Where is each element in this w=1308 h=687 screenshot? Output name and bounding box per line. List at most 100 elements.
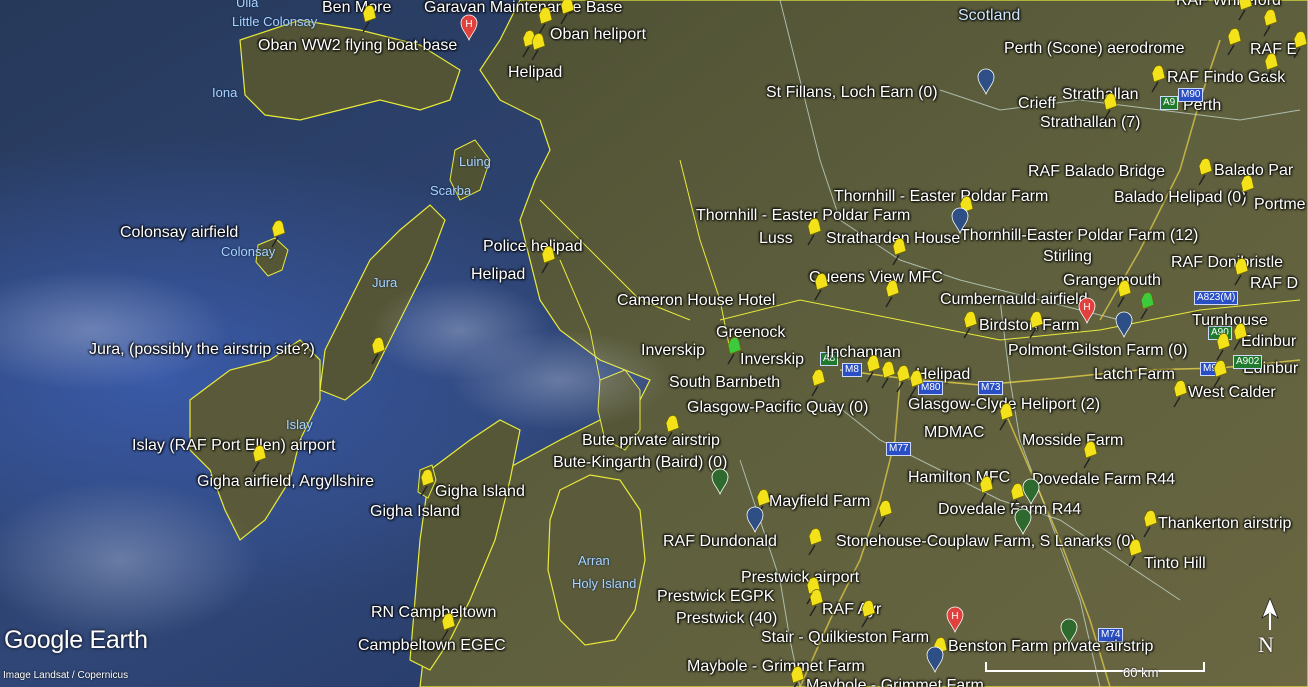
placemark-label[interactable]: Gigha airfield, Argyllshire bbox=[197, 474, 374, 490]
google-earth-logo: Google Earth bbox=[4, 626, 148, 654]
placemark-label[interactable]: Prestwick EGPK bbox=[657, 589, 774, 605]
placemark-label[interactable]: Hamilton MFC bbox=[908, 470, 1010, 486]
road-shield: M90 bbox=[1178, 88, 1204, 102]
map-view[interactable]: Little Colonsay Ulla Iona Luing Scarba C… bbox=[0, 0, 1308, 687]
placemark-label[interactable]: Cameron House Hotel bbox=[617, 293, 775, 309]
place-label-colonsay: Colonsay bbox=[221, 244, 276, 259]
placemark-label[interactable]: Bute private airstrip bbox=[582, 433, 720, 449]
placemark-label[interactable]: RAF Findo Gask bbox=[1167, 70, 1285, 86]
placemark-label[interactable]: RAF D bbox=[1250, 276, 1298, 292]
placemark-label[interactable]: Bute-Kingarth (Baird) (0) bbox=[553, 455, 727, 471]
placemark-label[interactable]: Inverskip bbox=[641, 343, 705, 359]
placemark-label[interactable]: Thornhill - Easter Poldar Farm bbox=[834, 189, 1048, 205]
place-label-iona: Iona bbox=[212, 85, 238, 100]
placemark-label[interactable]: Tinto Hill bbox=[1144, 556, 1206, 572]
placemark-label[interactable]: Thornhill-Easter Poldar Farm (12) bbox=[960, 228, 1198, 244]
road-shield: M80 bbox=[918, 381, 944, 395]
place-label-crieff: Crieff bbox=[1018, 95, 1056, 112]
placemark-label[interactable]: RAF Balado Bridge bbox=[1028, 164, 1165, 180]
placemark-label[interactable]: Dovedale Farm R44 bbox=[1032, 472, 1175, 488]
placemark-label[interactable]: Police helipad bbox=[483, 239, 583, 255]
placemark-label[interactable]: Thankerton airstrip bbox=[1158, 516, 1291, 532]
placemark-label[interactable]: Colonsay airfield bbox=[120, 225, 238, 241]
placemark-label[interactable]: MDMAC bbox=[924, 425, 984, 441]
compass-north-label[interactable]: N bbox=[1258, 632, 1274, 658]
placemark-label[interactable]: Inchannan bbox=[826, 345, 901, 361]
place-label-grangemouth: Grangemouth bbox=[1063, 272, 1161, 289]
placemark-label[interactable]: Islay (RAF Port Ellen) airport bbox=[132, 438, 336, 454]
placemark-label[interactable]: Glasgow-Clyde Heliport (2) bbox=[908, 397, 1100, 413]
place-label-luing: Luing bbox=[459, 154, 491, 169]
placemark-label[interactable]: Garavan Maintenance Base bbox=[424, 0, 622, 16]
placemark-label[interactable]: Luss bbox=[759, 231, 793, 247]
placemark-label[interactable]: Oban WW2 flying boat base bbox=[258, 38, 457, 54]
place-label-arran: Arran bbox=[578, 553, 610, 568]
placemark-label[interactable]: Maybole - Grimmet Farm bbox=[687, 659, 865, 675]
placemark-label[interactable]: Perth (Scone) aerodrome bbox=[1004, 41, 1185, 57]
placemark-label[interactable]: Stair - Quilkieston Farm bbox=[761, 630, 929, 646]
placemark-label[interactable]: Strathallan (7) bbox=[1040, 115, 1141, 131]
placemark-label[interactable]: Dovedale Farm R44 bbox=[938, 502, 1081, 518]
placemark-label[interactable]: Thornhill - Easter Poldar Farm bbox=[696, 208, 910, 224]
place-label-holy-island: Holy Island bbox=[572, 576, 637, 591]
placemark-label[interactable]: RAF Donibristle bbox=[1171, 255, 1283, 271]
placemark-label[interactable]: Maybole - Grimmet Farm bbox=[806, 678, 984, 687]
placemark-label[interactable]: Balado Helipad (0) bbox=[1114, 190, 1247, 206]
placemark-label[interactable]: RN Campbeltown bbox=[371, 605, 496, 621]
placemark-label[interactable]: Strathallan bbox=[1062, 87, 1139, 103]
placemark-label[interactable]: Mosside Farm bbox=[1022, 433, 1123, 449]
road-shield: A902 bbox=[1233, 355, 1263, 369]
placemark-label[interactable]: Queens View MFC bbox=[809, 270, 943, 286]
road-shield: M8 bbox=[842, 363, 862, 377]
place-label-little-colonsay: Little Colonsay bbox=[232, 14, 318, 29]
placemark-label[interactable]: Stonehouse-Couplaw Farm, S Lanarks (0) bbox=[836, 534, 1136, 550]
placemark-label[interactable]: RAF E bbox=[1250, 42, 1297, 58]
placemark-label[interactable]: Jura, (possibly the airstrip site?) bbox=[89, 342, 315, 358]
scale-bar: 60 km bbox=[985, 662, 1205, 680]
placemark-label[interactable]: Oban heliport bbox=[550, 27, 646, 43]
road-shield: M73 bbox=[978, 381, 1004, 395]
scale-bar-label: 60 km bbox=[1123, 665, 1159, 680]
place-label-scarba: Scarba bbox=[430, 183, 472, 198]
placemark-label[interactable]: Prestwick (40) bbox=[676, 611, 777, 627]
placemark-label[interactable]: Polmont-Gilston Farm (0) bbox=[1008, 343, 1188, 359]
placemark-label[interactable]: Stratharden House bbox=[826, 231, 960, 247]
placemark-label[interactable]: Turnhouse bbox=[1192, 313, 1268, 329]
road-shield: M9 bbox=[1200, 362, 1220, 376]
road-shield: A823(M) bbox=[1194, 291, 1239, 305]
road-shield: M77 bbox=[886, 442, 912, 456]
placemark-label[interactable]: Helipad bbox=[471, 267, 525, 283]
placemark-label[interactable]: Helipad bbox=[508, 65, 562, 81]
placemark-label[interactable]: Helipad bbox=[916, 367, 970, 383]
placemark-label[interactable]: Glasgow-Pacific Quay (0) bbox=[687, 400, 868, 416]
placemark-label[interactable]: St Fillans, Loch Earn (0) bbox=[766, 85, 938, 101]
region-label-scotland: Scotland bbox=[958, 7, 1021, 24]
placemark-label[interactable]: Balado Par bbox=[1214, 163, 1293, 179]
place-label-jura: Jura bbox=[372, 275, 398, 290]
road-shield: A9 bbox=[1160, 96, 1179, 110]
placemark-label[interactable]: Ben More bbox=[322, 0, 391, 16]
scale-bar-line bbox=[985, 662, 1205, 672]
place-label-stirling: Stirling bbox=[1043, 248, 1092, 265]
placemark-label[interactable]: Mayfield Farm bbox=[769, 494, 870, 510]
place-label-islay: Islay bbox=[286, 417, 313, 432]
place-label-edinburgh: Edinbur bbox=[1241, 333, 1297, 350]
placemark-label[interactable]: South Barnbeth bbox=[669, 375, 780, 391]
placemark-label[interactable]: Inverskip bbox=[740, 352, 804, 368]
placemark-label[interactable]: Portme bbox=[1254, 197, 1306, 213]
placemark-label[interactable]: Prestwick airport bbox=[741, 570, 859, 586]
placemark-label[interactable]: RAF Ayr bbox=[822, 602, 881, 618]
placemark-label[interactable]: Benston Farm private airstrip bbox=[948, 639, 1153, 655]
placemark-label[interactable]: Campbeltown EGEC bbox=[358, 638, 506, 654]
placemark-label[interactable]: Birdston Farm bbox=[979, 318, 1079, 334]
placemark-label[interactable]: West Calder bbox=[1188, 385, 1276, 401]
imagery-attribution: Image Landsat / Copernicus bbox=[3, 670, 129, 681]
placemark-label[interactable]: RAF Whiteford bbox=[1176, 0, 1281, 9]
placemark-label[interactable]: Cumbernauld airfield bbox=[940, 292, 1088, 308]
placemark-label[interactable]: Gigha Island bbox=[370, 504, 460, 520]
placemark-label[interactable]: Latch Farm bbox=[1094, 367, 1175, 383]
placemark-label[interactable]: RAF Dundonald bbox=[663, 534, 777, 550]
placemark-label[interactable]: Gigha Island bbox=[435, 484, 525, 500]
place-label-ulla: Ulla bbox=[236, 0, 259, 10]
place-label-greenock: Greenock bbox=[716, 324, 786, 341]
